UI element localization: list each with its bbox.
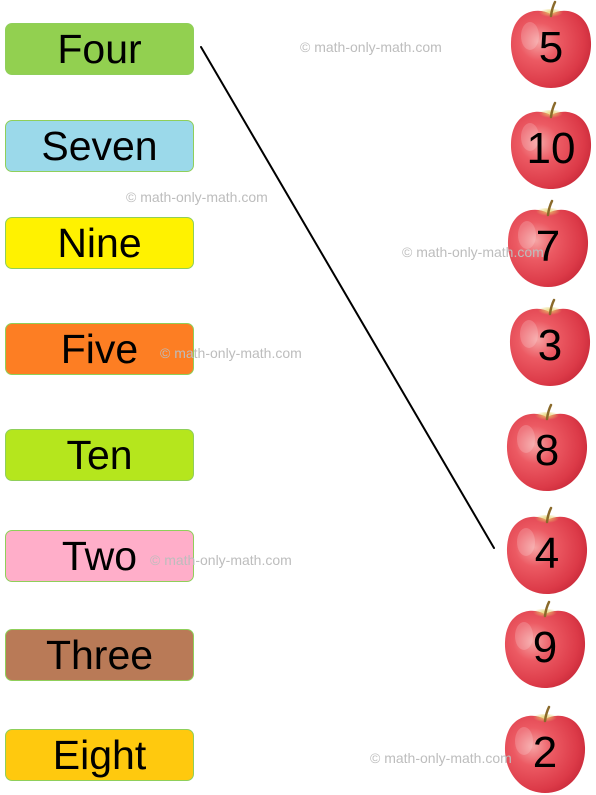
apple-10[interactable]: 10 <box>506 101 596 191</box>
apple-number: 5 <box>538 23 564 72</box>
apple-4[interactable]: 4 <box>502 506 592 596</box>
apple-8[interactable]: 8 <box>502 403 592 493</box>
apple-5[interactable]: 5 <box>506 0 596 90</box>
word-label: Ten <box>66 431 133 478</box>
apple-number: 8 <box>534 426 560 475</box>
apple-9[interactable]: 9 <box>500 600 590 690</box>
apple-number: 2 <box>532 728 558 777</box>
apple-number: 4 <box>534 529 560 578</box>
watermark: © math-only-math.com <box>402 244 544 260</box>
watermark: © math-only-math.com <box>160 345 302 361</box>
apple-number: 10 <box>526 124 576 173</box>
word-label: Eight <box>52 731 147 778</box>
word-label: Four <box>57 25 142 72</box>
watermark: © math-only-math.com <box>300 39 442 55</box>
apple-2[interactable]: 2 <box>500 705 590 795</box>
word-label: Nine <box>57 219 142 266</box>
word-label: Three <box>45 631 154 678</box>
match-line-four-to-4 <box>200 46 495 549</box>
word-box-seven[interactable]: Seven <box>5 120 194 172</box>
word-label: Five <box>60 325 139 372</box>
apple-number: 9 <box>532 623 558 672</box>
watermark: © math-only-math.com <box>150 552 292 568</box>
watermark: © math-only-math.com <box>370 750 512 766</box>
watermark: © math-only-math.com <box>126 189 268 205</box>
word-label: Two <box>61 532 138 579</box>
word-label: Seven <box>41 122 158 169</box>
word-box-ten[interactable]: Ten <box>5 429 194 481</box>
word-box-four[interactable]: Four <box>5 23 194 75</box>
apple-3[interactable]: 3 <box>505 298 595 388</box>
word-box-three[interactable]: Three <box>5 629 194 681</box>
word-box-nine[interactable]: Nine <box>5 217 194 269</box>
word-box-eight[interactable]: Eight <box>5 729 194 781</box>
apple-number: 3 <box>537 321 563 370</box>
